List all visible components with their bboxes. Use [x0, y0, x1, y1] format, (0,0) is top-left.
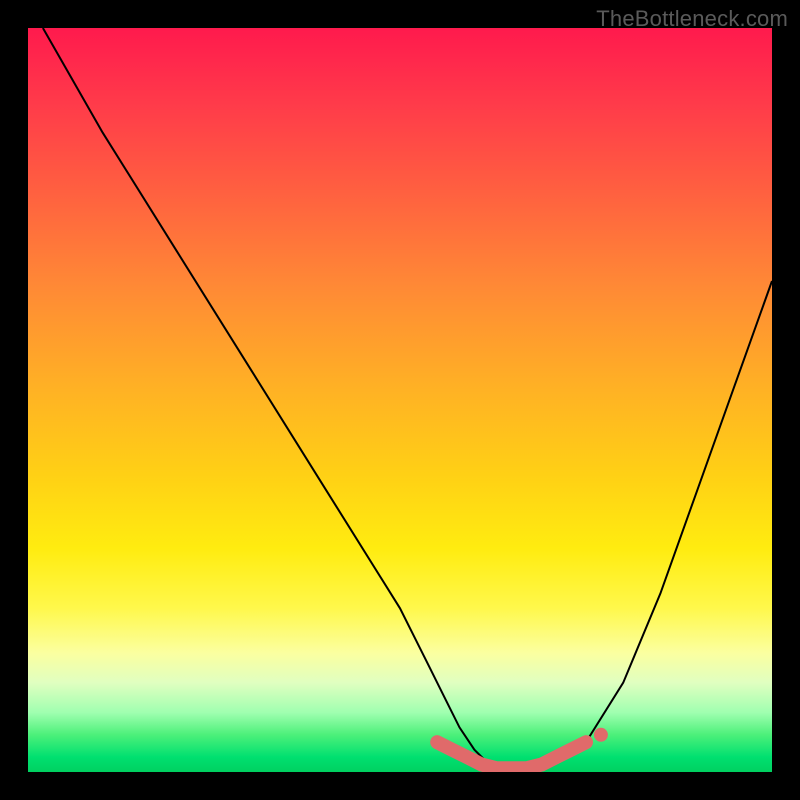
- bottleneck-curve-line: [43, 28, 772, 772]
- chart-container: TheBottleneck.com: [0, 0, 800, 800]
- optimal-range-end-dot: [594, 728, 608, 742]
- optimal-range-line: [437, 742, 586, 768]
- curve-svg: [28, 28, 772, 772]
- plot-area: [28, 28, 772, 772]
- watermark-text: TheBottleneck.com: [596, 6, 788, 32]
